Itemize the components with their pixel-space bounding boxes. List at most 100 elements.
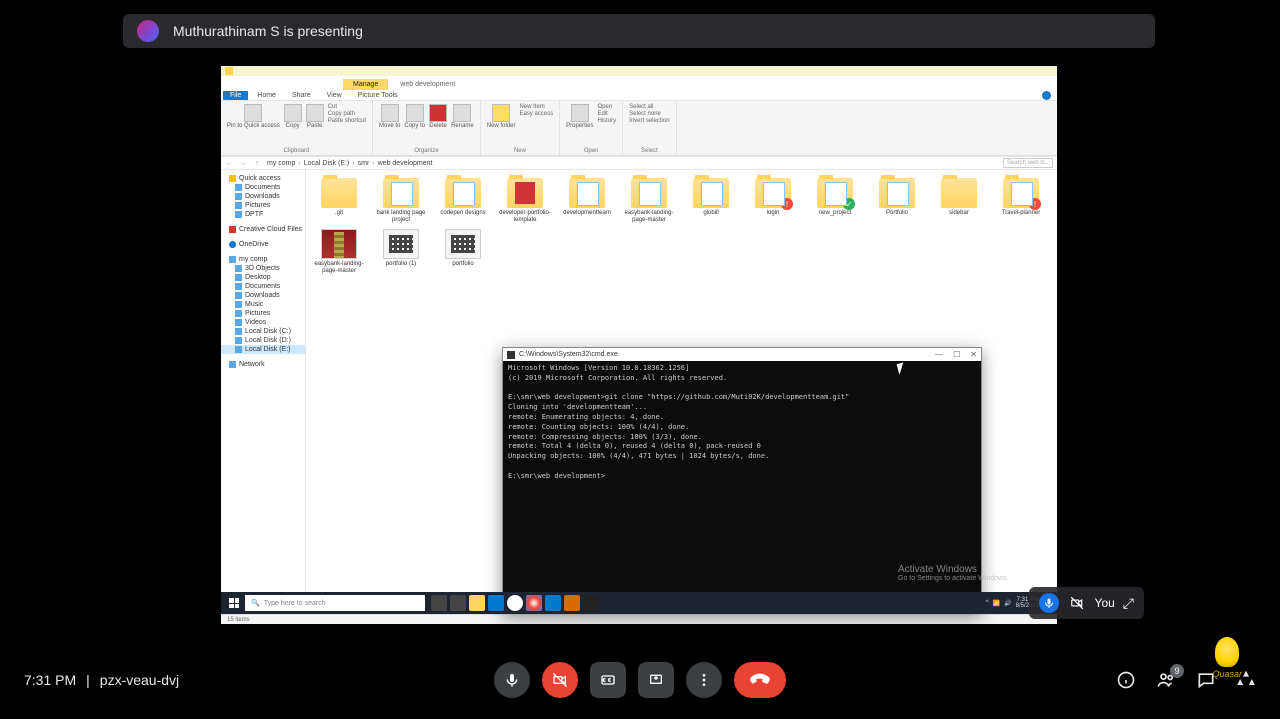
newfolder-icon[interactable] — [492, 104, 510, 122]
selectall-btn[interactable]: Select all — [629, 104, 669, 110]
open-btn[interactable]: Open — [598, 104, 617, 110]
file-item[interactable]: !Travel-planner — [992, 176, 1050, 225]
sidebar-item[interactable]: Local Disk (C:) — [221, 327, 305, 336]
paste-icon[interactable] — [306, 104, 324, 122]
sidebar-item[interactable]: Pictures — [221, 309, 305, 318]
invert-btn[interactable]: Invert selection — [629, 118, 669, 124]
self-view-tile[interactable]: You ⤢ — [1029, 587, 1144, 619]
file-item[interactable]: globill — [682, 176, 740, 225]
file-item[interactable]: sidebar — [930, 176, 988, 225]
ribbon-tab-share[interactable]: Share — [285, 91, 318, 100]
participants-button[interactable]: 9 — [1156, 670, 1176, 690]
meeting-details-button[interactable] — [1116, 670, 1136, 690]
sidebar-item[interactable]: Documents — [221, 183, 305, 192]
sidebar-item[interactable]: DPTF — [221, 210, 305, 219]
sidebar-creative[interactable]: Creative Cloud Files — [221, 225, 305, 234]
sidebar-quick-access[interactable]: Quick access — [221, 174, 305, 183]
crumb[interactable]: smr — [358, 160, 375, 167]
delete-icon[interactable] — [429, 104, 447, 122]
close-icon[interactable]: ✕ — [970, 350, 977, 359]
chrome-taskbar-icon[interactable] — [526, 595, 542, 611]
file-item[interactable]: easybank-landing-page-master — [620, 176, 678, 225]
start-button[interactable] — [225, 594, 243, 612]
cmd-titlebar[interactable]: C:\Windows\System32\cmd.exe — ☐ ✕ — [503, 348, 981, 361]
cortana-circle-icon[interactable] — [507, 595, 523, 611]
cortana-icon[interactable] — [431, 595, 447, 611]
vscode-taskbar-icon[interactable] — [545, 595, 561, 611]
pasteshortcut-btn[interactable]: Paste shortcut — [328, 118, 366, 124]
history-btn[interactable]: History — [598, 118, 617, 124]
taskview-icon[interactable] — [450, 595, 466, 611]
help-icon[interactable] — [1042, 91, 1051, 100]
crumb[interactable]: web development — [378, 160, 436, 167]
selectnone-btn[interactable]: Select none — [629, 111, 669, 117]
file-item[interactable]: portfolio — [434, 227, 492, 276]
edit-btn[interactable]: Edit — [598, 111, 617, 117]
tray-wifi-icon[interactable]: 📶 — [993, 600, 1000, 607]
copy-icon[interactable] — [284, 104, 302, 122]
sidebar-item[interactable]: 3D Objects — [221, 264, 305, 273]
mic-on-icon[interactable] — [1039, 593, 1059, 613]
newitem-btn[interactable]: New Item — [519, 104, 553, 110]
sidebar-onedrive[interactable]: OneDrive — [221, 240, 305, 249]
ribbon-tab-picture[interactable]: Picture Tools — [351, 91, 405, 100]
copypath-btn[interactable]: Copy path — [328, 111, 366, 117]
breadcrumb[interactable]: my compLocal Disk (E:)smrweb development — [267, 160, 997, 167]
present-button[interactable] — [638, 662, 674, 698]
file-item[interactable]: Portfolio — [868, 176, 926, 225]
back-icon[interactable]: ← — [225, 159, 233, 167]
captions-button[interactable] — [590, 662, 626, 698]
file-item[interactable]: portfolio (1) — [372, 227, 430, 276]
file-item[interactable]: developer-portfolio-template — [496, 176, 554, 225]
sidebar-item[interactable]: Local Disk (D:) — [221, 336, 305, 345]
edge-taskbar-icon[interactable] — [488, 595, 504, 611]
sidebar-item[interactable]: Local Disk (E:) — [221, 345, 305, 354]
file-item[interactable]: developmentteam — [558, 176, 616, 225]
sidebar-item[interactable]: Pictures — [221, 201, 305, 210]
expand-icon[interactable]: ⤢ — [1123, 595, 1134, 612]
ribbon-tab-home[interactable]: Home — [250, 91, 283, 100]
file-item[interactable]: codepen designs — [434, 176, 492, 225]
ribbon-tab-view[interactable]: View — [320, 91, 349, 100]
hangup-button[interactable] — [734, 662, 786, 698]
sidebar-item[interactable]: Desktop — [221, 273, 305, 282]
easyaccess-btn[interactable]: Easy access — [519, 111, 553, 117]
sidebar-item[interactable]: Downloads — [221, 192, 305, 201]
file-item[interactable]: ✓new_project — [806, 176, 864, 225]
app-taskbar-icon[interactable] — [564, 595, 580, 611]
cut-btn[interactable]: Cut — [328, 104, 366, 110]
file-item[interactable]: bank landing page project — [372, 176, 430, 225]
up-icon[interactable]: ↑ — [253, 159, 261, 167]
cmd-taskbar-icon[interactable] — [583, 595, 599, 611]
rename-icon[interactable] — [453, 104, 471, 122]
taskbar-search[interactable]: 🔍 Type here to search — [245, 595, 425, 611]
sidebar-pc[interactable]: my comp — [221, 255, 305, 264]
properties-icon[interactable] — [571, 104, 589, 122]
copyto-icon[interactable] — [406, 104, 424, 122]
ribbon-tab-file[interactable]: File — [223, 91, 248, 100]
sidebar-item[interactable]: Documents — [221, 282, 305, 291]
sidebar-item[interactable]: Music — [221, 300, 305, 309]
camera-off-button[interactable] — [542, 662, 578, 698]
maximize-icon[interactable]: ☐ — [953, 350, 960, 359]
moveto-icon[interactable] — [381, 104, 399, 122]
tray-volume-icon[interactable]: 🔊 — [1004, 600, 1011, 607]
crumb[interactable]: my comp — [267, 160, 301, 167]
sidebar-network[interactable]: Network — [221, 360, 305, 369]
tab-manage[interactable]: Manage — [343, 79, 388, 90]
pin-icon[interactable] — [244, 104, 262, 122]
sidebar-item[interactable]: Downloads — [221, 291, 305, 300]
tray-chevron-icon[interactable]: ^ — [986, 600, 989, 606]
explorer-taskbar-icon[interactable] — [469, 595, 485, 611]
camera-off-self-icon[interactable] — [1067, 593, 1087, 613]
sidebar-item[interactable]: Videos — [221, 318, 305, 327]
minimize-icon[interactable]: — — [935, 350, 943, 359]
more-options-button[interactable] — [686, 662, 722, 698]
search-input[interactable]: Search web d... — [1003, 158, 1053, 168]
file-item[interactable]: easybank-landing-page-master — [310, 227, 368, 276]
file-item[interactable]: !login — [744, 176, 802, 225]
file-item[interactable]: .git — [310, 176, 368, 225]
forward-icon[interactable]: → — [239, 159, 247, 167]
mic-button[interactable] — [494, 662, 530, 698]
crumb[interactable]: Local Disk (E:) — [304, 160, 355, 167]
